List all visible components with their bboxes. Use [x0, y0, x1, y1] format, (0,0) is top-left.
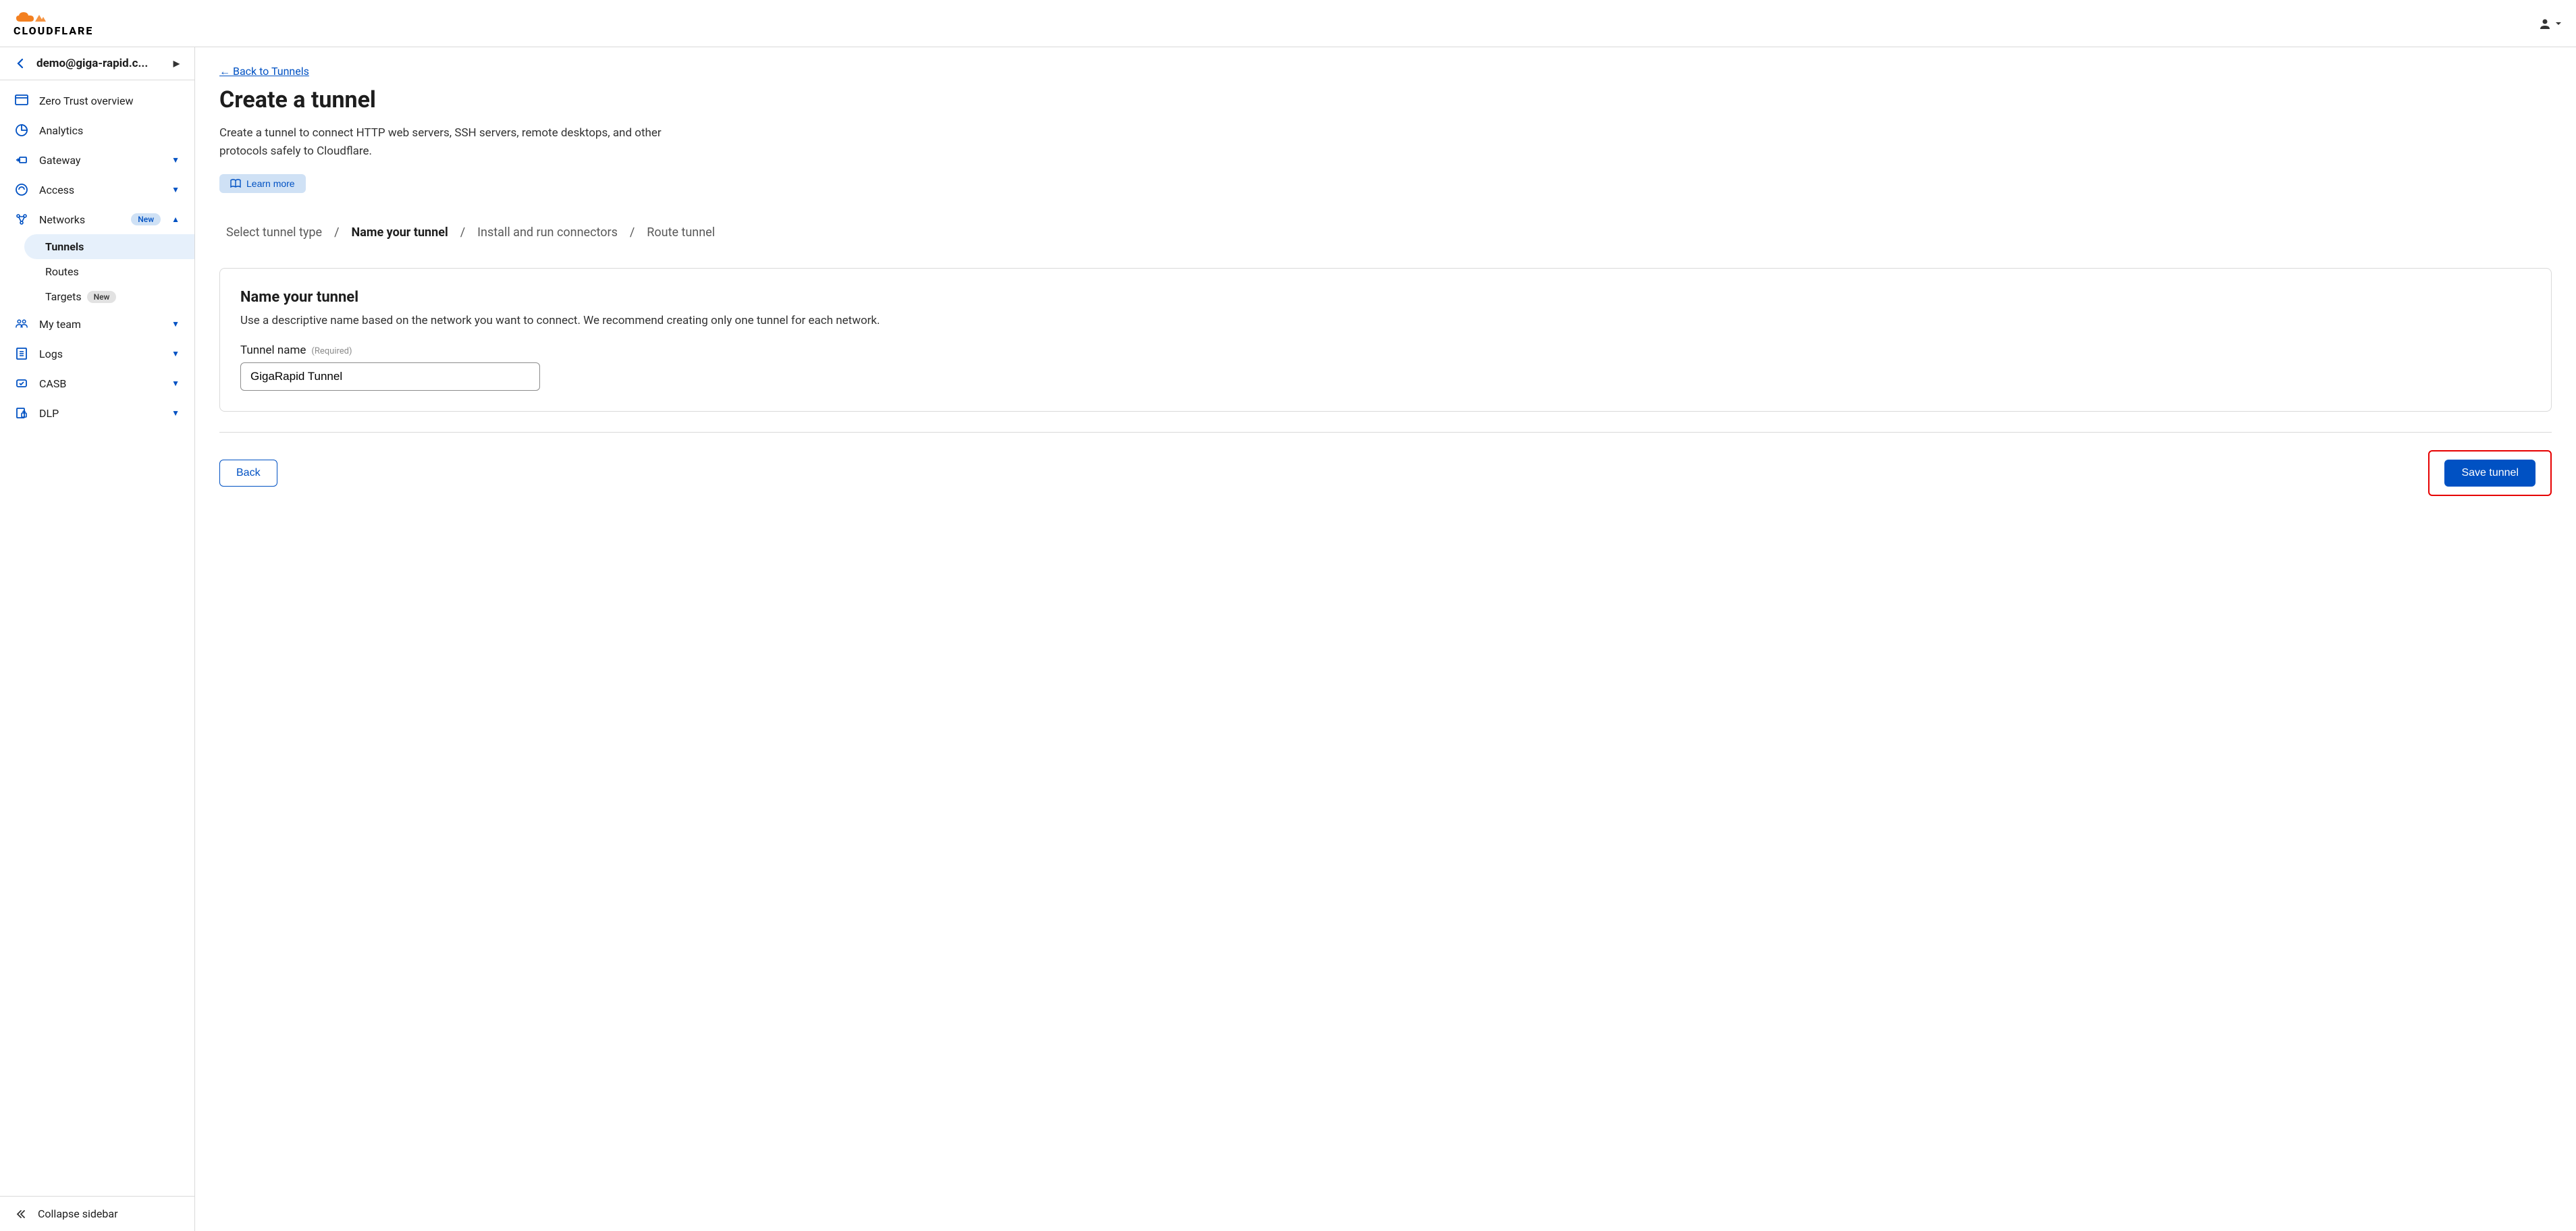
- pie-icon: [15, 124, 28, 137]
- account-label: demo@giga-rapid.c...: [36, 57, 164, 70]
- sidebar-item-analytics[interactable]: Analytics: [0, 115, 194, 145]
- sidebar-item-logs[interactable]: Logs ▼: [0, 339, 194, 368]
- book-icon: [230, 179, 241, 188]
- name-tunnel-panel: Name your tunnel Use a descriptive name …: [219, 268, 2552, 412]
- collapse-sidebar[interactable]: Collapse sidebar: [0, 1196, 194, 1231]
- sidebar-item-gateway[interactable]: Gateway ▼: [0, 145, 194, 175]
- dlp-icon: [15, 406, 28, 420]
- access-icon: [15, 183, 28, 196]
- new-badge: New: [131, 213, 161, 225]
- sidebar-item-networks[interactable]: Networks New ▲: [0, 204, 194, 234]
- wizard-step-route-tunnel[interactable]: Route tunnel: [647, 225, 715, 240]
- sidebar-item-dlp[interactable]: DLP ▼: [0, 398, 194, 428]
- footer-actions: Back Save tunnel: [219, 432, 2552, 496]
- casb-icon: [15, 377, 28, 390]
- caret-down-icon: ▼: [171, 349, 180, 358]
- sidebar-item-overview[interactable]: Zero Trust overview: [0, 86, 194, 115]
- save-highlight: Save tunnel: [2428, 450, 2552, 496]
- panel-title: Name your tunnel: [240, 289, 2531, 306]
- caret-right-icon[interactable]: ▶: [173, 59, 180, 68]
- new-badge: New: [87, 291, 117, 303]
- sidebar: demo@giga-rapid.c... ▶ Zero Trust overvi…: [0, 47, 195, 1231]
- back-button[interactable]: Back: [219, 460, 277, 487]
- save-tunnel-button[interactable]: Save tunnel: [2444, 460, 2535, 487]
- dashboard-icon: [15, 94, 28, 107]
- back-to-tunnels-link[interactable]: ← Back to Tunnels: [219, 65, 309, 78]
- caret-down-icon: ▼: [171, 155, 180, 165]
- caret-down-icon: ▼: [171, 185, 180, 194]
- caret-down-icon: [2554, 20, 2562, 28]
- panel-description: Use a descriptive name based on the netw…: [240, 314, 2531, 327]
- caret-down-icon: ▼: [171, 319, 180, 329]
- sidebar-item-casb[interactable]: CASB ▼: [0, 368, 194, 398]
- cloudflare-logo[interactable]: CLOUDFLARE: [14, 9, 93, 37]
- sidebar-sub-tunnels[interactable]: Tunnels: [24, 234, 194, 259]
- user-icon: [2538, 17, 2552, 30]
- page-description: Create a tunnel to connect HTTP web serv…: [219, 124, 705, 161]
- page-title: Create a tunnel: [219, 86, 2552, 113]
- sidebar-sub-routes[interactable]: Routes: [0, 259, 194, 284]
- wizard-step-install-connectors[interactable]: Install and run connectors: [477, 225, 618, 240]
- caret-up-icon: ▲: [171, 215, 180, 224]
- account-back-icon[interactable]: [15, 57, 27, 70]
- sidebar-nav: Zero Trust overview Analytics Gateway ▼: [0, 80, 194, 433]
- logs-icon: [15, 347, 28, 360]
- network-icon: [15, 213, 28, 226]
- user-menu[interactable]: [2538, 17, 2562, 30]
- sidebar-item-my-team[interactable]: My team ▼: [0, 309, 194, 339]
- team-icon: [15, 317, 28, 331]
- wizard-steps: Select tunnel type / Name your tunnel / …: [219, 213, 2552, 252]
- caret-down-icon: ▼: [171, 408, 180, 418]
- tunnel-name-label: Tunnel name: [240, 344, 306, 357]
- main-content: ← Back to Tunnels Create a tunnel Create…: [195, 47, 2576, 1231]
- collapse-icon: [15, 1208, 27, 1220]
- brand-text: CLOUDFLARE: [14, 24, 93, 37]
- sidebar-item-access[interactable]: Access ▼: [0, 175, 194, 204]
- required-indicator: (Required): [311, 346, 352, 356]
- caret-down-icon: ▼: [171, 379, 180, 388]
- wizard-step-select-type[interactable]: Select tunnel type: [226, 225, 322, 240]
- account-selector[interactable]: demo@giga-rapid.c... ▶: [0, 47, 194, 80]
- cloud-icon: [14, 9, 47, 24]
- sidebar-sub-targets[interactable]: Targets New: [0, 284, 194, 309]
- gateway-icon: [15, 153, 28, 167]
- learn-more-button[interactable]: Learn more: [219, 174, 306, 193]
- wizard-step-name-tunnel[interactable]: Name your tunnel: [352, 225, 448, 240]
- tunnel-name-input[interactable]: [240, 362, 540, 391]
